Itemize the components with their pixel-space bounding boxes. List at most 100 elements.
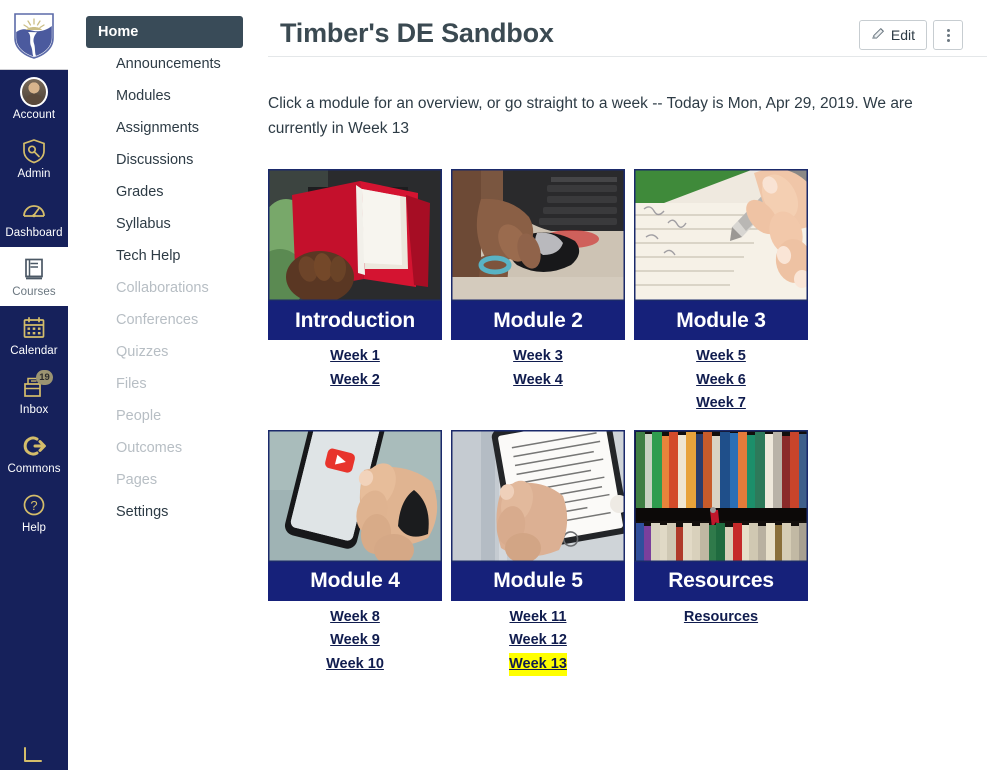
cnav-item-discussions[interactable]: Discussions xyxy=(86,144,243,176)
week-link[interactable]: Week 6 xyxy=(696,369,746,393)
module-card-module-4[interactable]: Module 4 Week 8 Week 9 Week 10 xyxy=(268,429,442,677)
module-card-title: Resources xyxy=(634,561,808,601)
collapse-nav-arrow-icon[interactable] xyxy=(0,744,68,766)
week-link[interactable]: Week 1 xyxy=(330,345,380,369)
more-options-button[interactable] xyxy=(933,20,963,50)
gnav-label-commons: Commons xyxy=(7,463,61,475)
week-link[interactable]: Week 8 xyxy=(330,606,380,630)
cnav-item-outcomes[interactable]: Outcomes xyxy=(86,432,243,464)
module-card-module-5[interactable]: Module 5 Week 11 Week 12 Week 13 xyxy=(451,429,625,676)
module-card-title: Module 5 xyxy=(451,561,625,601)
week-row: Week 5 xyxy=(634,345,808,369)
gnav-item-admin[interactable]: Admin xyxy=(0,129,68,188)
cnav-item-collaborations[interactable]: Collaborations xyxy=(86,272,243,304)
gnav-item-account[interactable]: Account xyxy=(0,70,68,129)
gnav-label-calendar: Calendar xyxy=(10,345,58,357)
cnav-item-settings[interactable]: Settings xyxy=(86,496,243,528)
cnav-item-files[interactable]: Files xyxy=(86,368,243,400)
week-row: Week 7 xyxy=(634,392,808,416)
global-navigation: Account Admin Dashboard Courses Calendar… xyxy=(0,0,68,770)
week-link[interactable]: Week 10 xyxy=(326,653,384,677)
week-link[interactable]: Week 12 xyxy=(509,629,567,653)
cnav-item-announcements[interactable]: Announcements xyxy=(86,48,243,80)
week-row: Week 13 xyxy=(451,652,625,676)
week-link-current[interactable]: Week 13 xyxy=(509,652,567,676)
module-card-title: Module 4 xyxy=(268,561,442,601)
module-card-row: Introduction Week 1 Week 2 Module 2 Week… xyxy=(268,169,999,416)
week-row: Week 8 xyxy=(268,606,442,630)
module-thumbnail-hands-on-computer-mouse[interactable] xyxy=(451,169,625,301)
gnav-item-commons[interactable]: Commons xyxy=(0,424,68,483)
inbox-tray-icon: 19 xyxy=(20,370,53,401)
module-thumbnail-person-reading-red-book[interactable] xyxy=(268,169,442,301)
edit-button[interactable]: Edit xyxy=(858,20,927,50)
gnav-item-dashboard[interactable]: Dashboard xyxy=(0,188,68,247)
module-week-list: Week 3 Week 4 xyxy=(451,340,625,392)
module-week-list: Week 1 Week 2 xyxy=(268,340,442,392)
gnav-item-courses[interactable]: Courses xyxy=(0,247,68,306)
gnav-item-calendar[interactable]: Calendar xyxy=(0,306,68,365)
gnav-label-help: Help xyxy=(21,522,47,534)
question-circle-icon: ? xyxy=(20,491,48,519)
module-card-row: Module 4 Week 8 Week 9 Week 10 Module 5 … xyxy=(268,429,999,677)
gnav-label-courses: Courses xyxy=(12,286,56,298)
week-link[interactable]: Week 2 xyxy=(330,369,380,393)
cnav-item-home[interactable]: Home xyxy=(86,16,243,48)
gnav-item-help[interactable]: ? Help xyxy=(0,483,68,542)
week-row: Week 4 xyxy=(451,369,625,393)
canvas-app: Account Admin Dashboard Courses Calendar… xyxy=(0,0,999,770)
week-link[interactable]: Week 3 xyxy=(513,345,563,369)
cnav-item-pages[interactable]: Pages xyxy=(86,464,243,496)
module-card-resources[interactable]: Resources Resources xyxy=(634,429,808,677)
kebab-menu-icon xyxy=(946,28,950,42)
module-card-title: Module 2 xyxy=(451,301,625,340)
module-thumbnail-bookshelf[interactable] xyxy=(634,429,808,562)
module-week-list: Resources xyxy=(634,601,808,630)
week-link[interactable]: Resources xyxy=(684,606,758,630)
week-row: Week 1 xyxy=(268,345,442,369)
module-card-introduction[interactable]: Introduction Week 1 Week 2 xyxy=(268,169,442,416)
module-week-list: Week 8 Week 9 Week 10 xyxy=(268,601,442,677)
header-actions: Edit xyxy=(858,10,963,50)
avatar-icon xyxy=(20,77,48,107)
week-row: Week 9 xyxy=(268,629,442,653)
pencil-icon xyxy=(871,26,886,44)
module-card-module-2[interactable]: Module 2 Week 3 Week 4 xyxy=(451,169,625,416)
shield-icon xyxy=(14,12,54,59)
cnav-item-conferences[interactable]: Conferences xyxy=(86,304,243,336)
cnav-item-syllabus[interactable]: Syllabus xyxy=(86,208,243,240)
module-thumbnail-hand-writing-with-pen[interactable] xyxy=(634,169,808,301)
cnav-item-modules[interactable]: Modules xyxy=(86,80,243,112)
week-link[interactable]: Week 4 xyxy=(513,369,563,393)
inbox-unread-badge: 19 xyxy=(36,370,53,385)
week-link[interactable]: Week 7 xyxy=(696,392,746,416)
cnav-item-tech-help[interactable]: Tech Help xyxy=(86,240,243,272)
week-row: Week 6 xyxy=(634,369,808,393)
week-row: Resources xyxy=(634,606,808,630)
university-shield-logo[interactable] xyxy=(0,0,68,70)
gnav-label-admin: Admin xyxy=(17,168,51,180)
week-link[interactable]: Week 5 xyxy=(696,345,746,369)
week-link[interactable]: Week 11 xyxy=(510,606,567,630)
cnav-item-quizzes[interactable]: Quizzes xyxy=(86,336,243,368)
page-header: Timber's DE Sandbox Edit xyxy=(268,0,987,57)
shield-wrench-icon xyxy=(20,137,48,165)
cnav-item-grades[interactable]: Grades xyxy=(86,176,243,208)
book-icon xyxy=(20,255,48,283)
module-card-module-3[interactable]: Module 3 Week 5 Week 6 Week 7 xyxy=(634,169,808,416)
cnav-item-people[interactable]: People xyxy=(86,400,243,432)
week-row: Week 12 xyxy=(451,629,625,653)
module-thumbnail-phone-with-video-app[interactable] xyxy=(268,429,442,562)
cnav-item-assignments[interactable]: Assignments xyxy=(86,112,243,144)
module-thumbnail-e-reader-tablet[interactable] xyxy=(451,429,625,562)
svg-text:?: ? xyxy=(30,498,37,513)
week-link[interactable]: Week 9 xyxy=(330,629,380,653)
module-week-list: Week 11 Week 12 Week 13 xyxy=(451,601,625,676)
dashboard-gauge-icon xyxy=(20,196,48,224)
gnav-label-dashboard: Dashboard xyxy=(5,227,63,239)
module-card-grid: Introduction Week 1 Week 2 Module 2 Week… xyxy=(256,141,999,676)
gnav-item-inbox[interactable]: 19 Inbox xyxy=(0,365,68,424)
module-card-title: Introduction xyxy=(268,301,442,340)
module-week-list: Week 5 Week 6 Week 7 xyxy=(634,340,808,416)
main-content: Timber's DE Sandbox Edit Click a module … xyxy=(256,0,999,770)
